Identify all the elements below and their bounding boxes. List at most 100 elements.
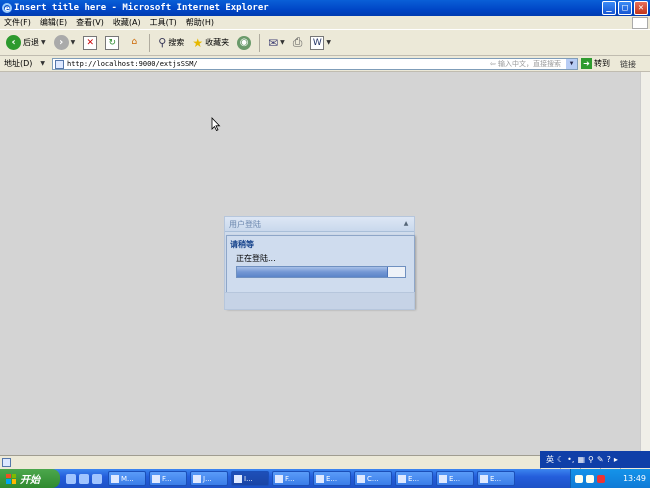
mic-icon[interactable]: ⚲: [588, 455, 594, 464]
stop-icon: ✕: [83, 35, 98, 50]
window-title-bar[interactable]: e Insert title here - Microsoft Internet…: [0, 0, 650, 16]
vertical-scrollbar[interactable]: [640, 72, 650, 455]
task-button[interactable]: E...: [395, 471, 433, 486]
start-button[interactable]: 开始: [0, 469, 60, 488]
refresh-button[interactable]: ↻: [103, 33, 121, 53]
ie-icon: [234, 474, 242, 483]
page-icon: [55, 60, 64, 69]
progress-bar: [236, 266, 406, 278]
svg-text:e: e: [5, 4, 11, 13]
windows-logo-icon: [632, 17, 648, 29]
toolbar-separator: [149, 33, 151, 52]
toolbar: ‹ 后退 ▼ › ▼ ✕ ↻ ⌂ ⚲ 搜索 ★ 收藏夹 ◉ ✉ ▼ ⎙ W ▼: [0, 30, 650, 56]
favorites-button[interactable]: ★ 收藏夹: [190, 33, 231, 53]
app-icon: [111, 474, 119, 483]
menu-edit[interactable]: 编辑(E): [40, 17, 67, 28]
mail-button[interactable]: ✉ ▼: [266, 33, 287, 53]
progress-fill: [237, 267, 389, 277]
links-button[interactable]: 链接: [620, 59, 636, 70]
ime-indicator[interactable]: 英: [546, 454, 554, 465]
go-button[interactable]: ➜ 转到: [581, 58, 610, 69]
collapse-icon[interactable]: ▲: [402, 220, 410, 228]
ie-logo-icon: e: [2, 3, 12, 13]
page-status-icon: [2, 458, 11, 467]
taskbar: 开始 M... F... J... I... F... E... C... E.…: [0, 469, 650, 488]
menu-view[interactable]: 查看(V): [76, 17, 104, 28]
desktop-quicklaunch-icon[interactable]: [79, 473, 89, 484]
address-url: http://localhost:9000/extjsSSM/: [67, 60, 198, 68]
address-dropdown-icon[interactable]: ▼: [566, 59, 577, 69]
language-bar[interactable]: 英 ☾ •, ▦ ⚲ ✎ ? ▸: [540, 451, 650, 468]
menu-file[interactable]: 文件(F): [4, 17, 31, 28]
menu-help[interactable]: 帮助(H): [186, 17, 214, 28]
star-icon: ★: [192, 35, 204, 50]
app-icon: [316, 474, 324, 483]
mouse-cursor-icon: [211, 117, 221, 131]
task-button[interactable]: M...: [108, 471, 146, 486]
task-button[interactable]: C...: [354, 471, 392, 486]
word-icon: W: [310, 35, 325, 50]
volume-icon[interactable]: [586, 474, 594, 483]
help-icon[interactable]: ?: [607, 455, 611, 464]
login-panel-header: 用户登陆 ▲: [225, 217, 414, 232]
media-icon: ◉: [237, 35, 252, 50]
task-button[interactable]: E...: [313, 471, 351, 486]
task-button[interactable]: J...: [190, 471, 228, 486]
chevron-down-icon[interactable]: ▼: [40, 60, 45, 67]
system-tray: 13:49: [570, 469, 650, 488]
task-button[interactable]: E...: [436, 471, 474, 486]
task-button-active[interactable]: I...: [231, 471, 269, 486]
clock[interactable]: 13:49: [623, 474, 646, 483]
chevron-down-icon[interactable]: ▼: [280, 39, 285, 46]
back-label: 后退: [23, 38, 39, 47]
address-label: 地址(D): [4, 59, 33, 68]
refresh-icon: ↻: [105, 35, 120, 50]
forward-button[interactable]: › ▼: [52, 33, 78, 53]
tool-icon[interactable]: ✎: [597, 455, 604, 464]
login-panel-footer: [224, 292, 415, 310]
keyboard-icon[interactable]: ▦: [577, 455, 585, 464]
menu-bar: 文件(F) 编辑(E) 查看(V) 收藏(A) 工具(T) 帮助(H): [0, 16, 650, 30]
folder-icon: [152, 474, 160, 483]
search-icon: ⚲: [158, 36, 167, 49]
moon-icon[interactable]: ☾: [557, 455, 564, 464]
message-box-title: 请稍等: [230, 240, 254, 249]
app-icon: [439, 474, 447, 483]
home-icon: ⌂: [131, 36, 138, 47]
maximize-button[interactable]: □: [618, 1, 632, 15]
printer-icon: ⎙: [292, 35, 303, 49]
ie-quicklaunch-icon[interactable]: [66, 473, 76, 484]
chevron-down-icon[interactable]: ▼: [326, 39, 331, 46]
edit-button[interactable]: W ▼: [308, 33, 333, 53]
media-button[interactable]: ◉: [235, 33, 253, 53]
minimize-button[interactable]: _: [602, 1, 616, 15]
back-button[interactable]: ‹ 后退 ▼: [4, 33, 48, 53]
quick-launch: [66, 473, 102, 484]
message-box-text: 正在登陆...: [236, 254, 276, 263]
app-icon: [480, 474, 488, 483]
network-icon[interactable]: [575, 474, 583, 483]
home-button[interactable]: ⌂: [125, 33, 143, 53]
punctuation-icon[interactable]: •,: [567, 455, 574, 464]
menu-tools[interactable]: 工具(T): [150, 17, 177, 28]
task-button[interactable]: E...: [477, 471, 515, 486]
print-button[interactable]: ⎙: [291, 33, 305, 53]
media-quicklaunch-icon[interactable]: [92, 473, 102, 484]
forward-arrow-icon: ›: [53, 35, 69, 50]
arrow-left-icon: ⇦: [489, 60, 496, 68]
stop-button[interactable]: ✕: [81, 33, 99, 53]
task-button[interactable]: F...: [272, 471, 310, 486]
chevron-down-icon[interactable]: ▼: [41, 39, 46, 46]
search-button[interactable]: ⚲ 搜索: [156, 33, 186, 53]
security-icon[interactable]: [597, 474, 605, 483]
task-list: M... F... J... I... F... E... C... E... …: [108, 471, 515, 486]
back-arrow-icon: ‹: [6, 35, 21, 50]
close-button[interactable]: ✕: [634, 1, 648, 15]
address-bar: 地址(D) ▼ http://localhost:9000/extjsSSM/ …: [0, 56, 650, 72]
login-panel-title: 用户登陆: [229, 220, 261, 229]
chevron-down-icon[interactable]: ▼: [71, 39, 76, 46]
address-input[interactable]: http://localhost:9000/extjsSSM/ ⇦ 输入中文，直…: [52, 58, 578, 70]
task-button[interactable]: F...: [149, 471, 187, 486]
chevron-right-icon[interactable]: ▸: [614, 455, 618, 464]
menu-favorites[interactable]: 收藏(A): [113, 17, 141, 28]
